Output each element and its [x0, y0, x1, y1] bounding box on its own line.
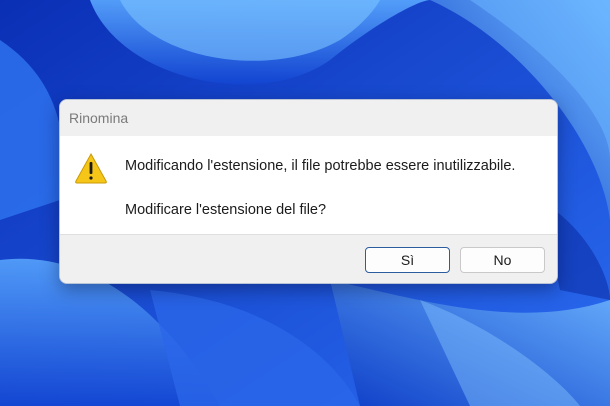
dialog-content: Modificando l'estensione, il file potreb… [60, 136, 557, 234]
yes-button[interactable]: Sì [365, 247, 450, 273]
dialog-titlebar[interactable]: Rinomina [60, 100, 557, 136]
message-line-1: Modificando l'estensione, il file potreb… [125, 158, 516, 174]
dialog-footer: Sì No [60, 234, 557, 283]
warning-icon [75, 152, 107, 184]
dialog-title: Rinomina [69, 110, 129, 126]
rename-dialog: Rinomina Modificando l'estensione, il fi… [59, 99, 558, 284]
desktop-wallpaper: Rinomina Modificando l'estensione, il fi… [0, 0, 610, 406]
message-line-2: Modificare l'estensione del file? [125, 202, 327, 218]
no-button[interactable]: No [460, 247, 545, 273]
